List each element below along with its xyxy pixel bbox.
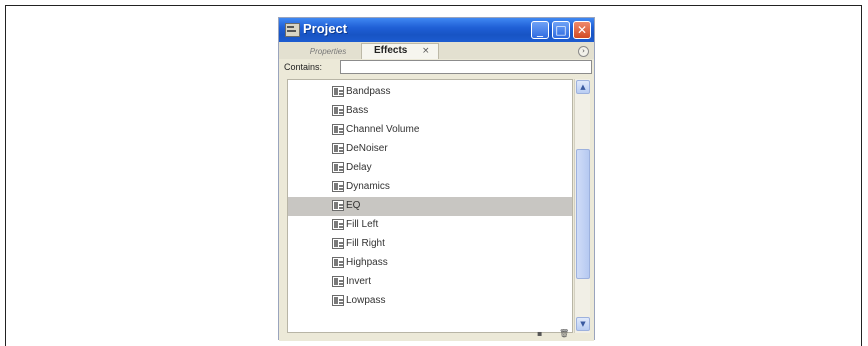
project-window-icon bbox=[285, 23, 300, 37]
audio-effect-icon bbox=[332, 181, 344, 192]
audio-effect-icon bbox=[332, 105, 344, 116]
maximize-button[interactable]: □ bbox=[552, 21, 570, 39]
panel-menu-icon[interactable]: › bbox=[578, 46, 589, 57]
scroll-down-arrow-icon[interactable]: ▼ bbox=[576, 317, 590, 331]
tab-properties[interactable]: Properties bbox=[297, 45, 359, 58]
audio-effect-icon bbox=[332, 219, 344, 230]
scroll-up-arrow-icon[interactable]: ▲ bbox=[576, 80, 590, 94]
panel-tab-bar: Properties Effects × › bbox=[279, 42, 594, 59]
effect-list-item[interactable]: Dynamics bbox=[288, 178, 572, 197]
effect-list-item[interactable]: Lowpass bbox=[288, 292, 572, 311]
audio-effect-icon bbox=[332, 124, 344, 135]
effect-label: Channel Volume bbox=[346, 124, 420, 135]
effect-label: Fill Right bbox=[346, 238, 385, 249]
effect-label: EQ bbox=[346, 200, 361, 211]
effect-list-item[interactable]: Fill Left bbox=[288, 216, 572, 235]
effect-label: DeNoiser bbox=[346, 143, 388, 154]
delete-icon[interactable]: 🗑 bbox=[559, 329, 569, 338]
window-title: Project bbox=[303, 21, 348, 36]
effect-list-item[interactable]: Invert bbox=[288, 273, 572, 292]
effect-list-item[interactable]: Fill Right bbox=[288, 235, 572, 254]
effect-list-item[interactable]: Channel Volume bbox=[288, 121, 572, 140]
effect-label: Highpass bbox=[346, 257, 388, 268]
close-button[interactable]: ✕ bbox=[573, 21, 591, 39]
effect-list-item[interactable]: Bass bbox=[288, 102, 572, 121]
audio-effect-icon bbox=[332, 86, 344, 97]
contains-search-input[interactable] bbox=[340, 60, 592, 74]
audio-effect-icon bbox=[332, 238, 344, 249]
audio-effect-icon bbox=[332, 200, 344, 211]
effect-label: Lowpass bbox=[346, 295, 386, 306]
effect-list-item[interactable]: DeNoiser bbox=[288, 140, 572, 159]
effect-label: Invert bbox=[346, 276, 372, 287]
panel-status-bar: ▪ 🗑 bbox=[279, 329, 594, 341]
audio-effect-icon bbox=[332, 143, 344, 154]
effect-label: Fill Left bbox=[346, 219, 379, 230]
tab-close-icon[interactable]: × bbox=[422, 45, 430, 57]
vertical-scrollbar[interactable]: ▲ ▼ bbox=[574, 79, 590, 333]
effect-label: Delay bbox=[346, 162, 372, 173]
audio-effect-icon bbox=[332, 162, 344, 173]
effect-list-item[interactable]: EQ bbox=[288, 197, 572, 216]
new-bin-icon[interactable]: ▪ bbox=[537, 329, 546, 338]
scroll-thumb[interactable] bbox=[576, 149, 590, 279]
effect-list-item[interactable]: Bandpass bbox=[288, 83, 572, 102]
contains-label: Contains: bbox=[284, 62, 323, 72]
title-bar[interactable]: Project _ □ ✕ bbox=[279, 18, 594, 42]
project-panel-window: Project _ □ ✕ Properties Effects × › Con… bbox=[278, 17, 595, 341]
tab-effects[interactable]: Effects × bbox=[361, 43, 439, 59]
minimize-button[interactable]: _ bbox=[531, 21, 549, 39]
effect-list-item[interactable]: Highpass bbox=[288, 254, 572, 273]
tab-effects-label: Effects bbox=[374, 45, 408, 56]
effect-label: Dynamics bbox=[346, 181, 390, 192]
effect-label: Bass bbox=[346, 105, 369, 116]
effect-list-item[interactable]: Delay bbox=[288, 159, 572, 178]
effect-label: Bandpass bbox=[346, 86, 391, 97]
audio-effect-icon bbox=[332, 257, 344, 268]
filter-row: Contains: bbox=[279, 59, 594, 76]
effects-list[interactable]: Bandpass Bass Channel Volume DeNoiser Delay D… bbox=[287, 79, 573, 333]
audio-effect-icon bbox=[332, 276, 344, 287]
audio-effect-icon bbox=[332, 295, 344, 306]
